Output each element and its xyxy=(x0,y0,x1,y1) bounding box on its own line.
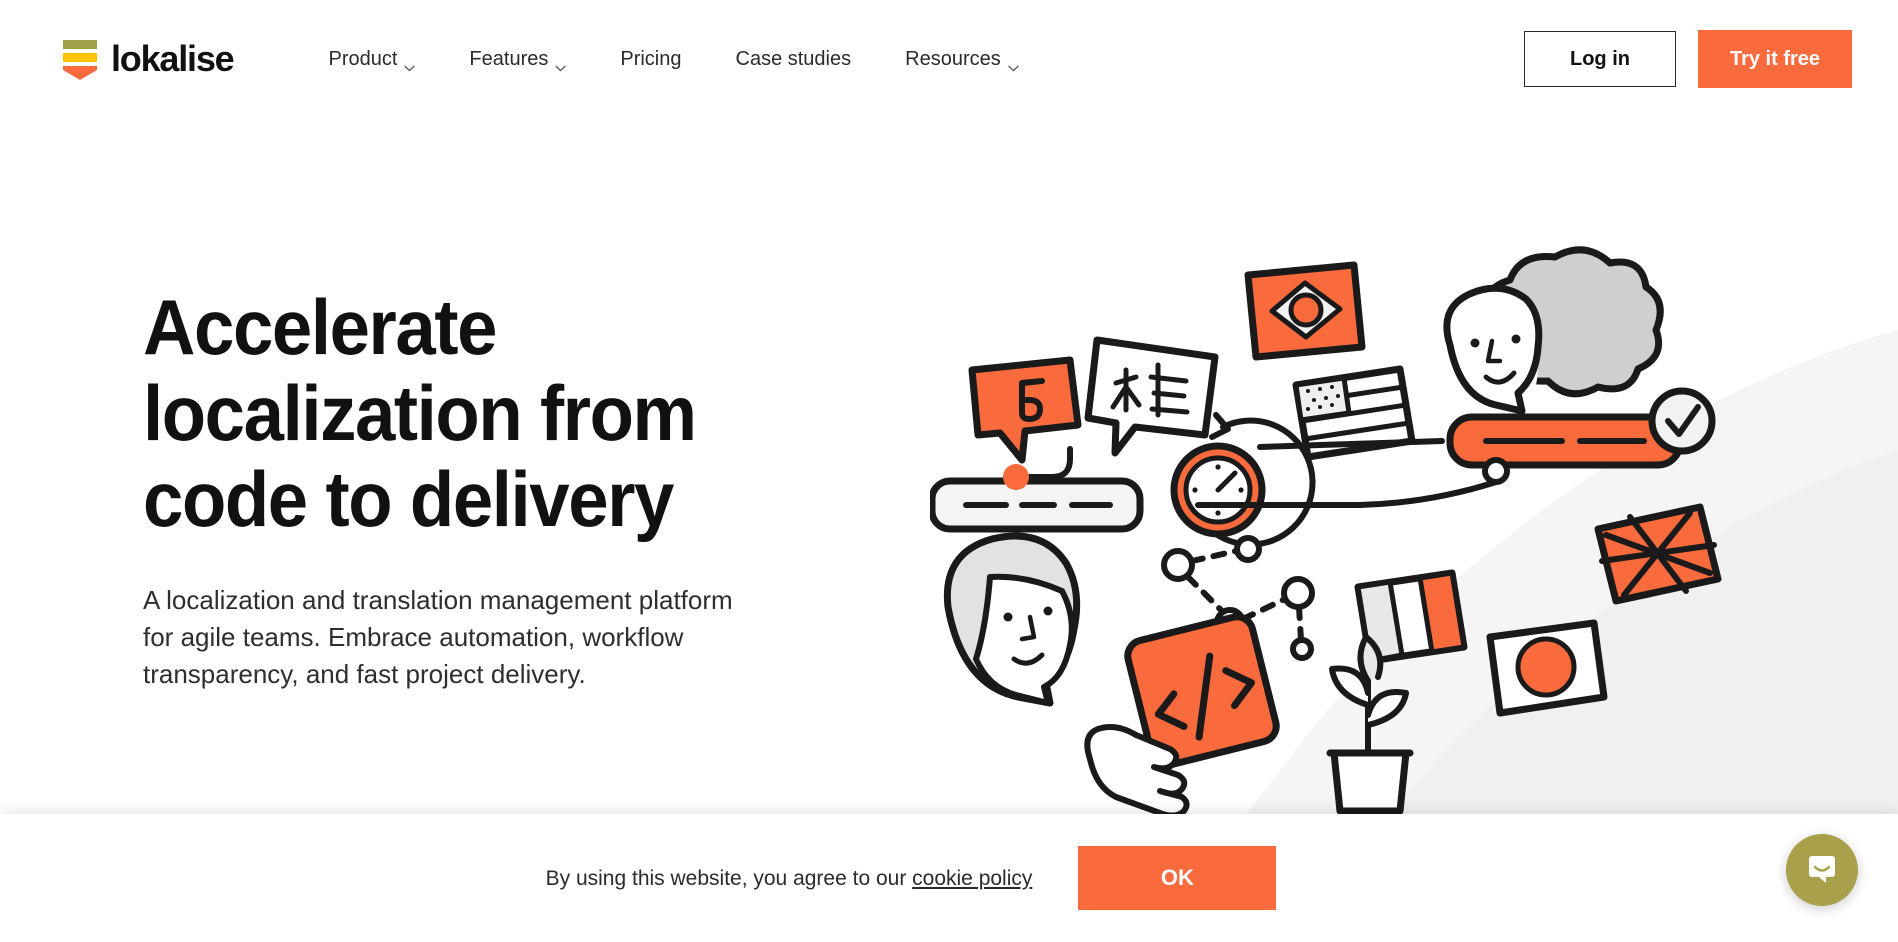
cookie-policy-link[interactable]: cookie policy xyxy=(912,867,1032,890)
logo-wordmark: lokalise xyxy=(111,38,235,79)
cookie-consent-banner: By using this website, you agree to our … xyxy=(0,814,1898,942)
lokalise-landing-page: lokalise Product Features Pricing Case s… xyxy=(0,0,1898,942)
cookie-banner-text-prefix: By using this website, you agree to our xyxy=(545,866,907,890)
nav-item-label: Product xyxy=(328,48,398,70)
chevron-down-icon xyxy=(555,56,567,71)
logo[interactable]: lokalise xyxy=(62,38,235,80)
nav-item-product[interactable]: Product xyxy=(301,39,442,79)
hero-title-line-2: localization from xyxy=(143,368,697,457)
lokalise-bars-icon xyxy=(62,38,98,80)
hero-title-line-1: Accelerate xyxy=(143,283,497,371)
nav-item-pricing[interactable]: Pricing xyxy=(593,39,708,79)
page-title: Accelerate localization from code to del… xyxy=(143,283,813,543)
chevron-down-icon xyxy=(404,56,416,71)
nav-item-label: Resources xyxy=(905,48,1001,70)
hero-subtitle: A localization and translation managemen… xyxy=(143,585,733,690)
chat-launcher-button[interactable] xyxy=(1786,834,1858,906)
login-button[interactable]: Log in xyxy=(1524,31,1676,87)
hero-section: Accelerate localization from code to del… xyxy=(0,0,1898,942)
site-header: lokalise Product Features Pricing Case s… xyxy=(0,0,1898,118)
header-actions: Log in Try it free xyxy=(1524,30,1852,88)
nav-item-label: Case studies xyxy=(735,48,852,70)
main-navigation: Product Features Pricing Case studies Re… xyxy=(301,39,1045,79)
try-it-free-button[interactable]: Try it free xyxy=(1698,30,1852,88)
nav-item-features[interactable]: Features xyxy=(442,39,593,79)
nav-item-label: Features xyxy=(469,48,549,70)
nav-item-label: Pricing xyxy=(620,48,682,70)
cookie-banner-inner: By using this website, you agree to our … xyxy=(546,846,1277,910)
chat-bubble-smile-icon xyxy=(1805,853,1839,887)
nav-item-case-studies[interactable]: Case studies xyxy=(709,39,879,79)
cookie-accept-button[interactable]: OK xyxy=(1078,846,1277,910)
localization-doodle-illustration xyxy=(930,235,1760,825)
cookie-banner-text: By using this website, you agree to our … xyxy=(546,868,1033,889)
chevron-down-icon xyxy=(1008,56,1019,71)
hero-title-line-3: code to delivery xyxy=(143,454,674,543)
hero-copy: Accelerate localization from code to del… xyxy=(143,283,863,693)
nav-item-resources[interactable]: Resources xyxy=(878,39,1046,79)
